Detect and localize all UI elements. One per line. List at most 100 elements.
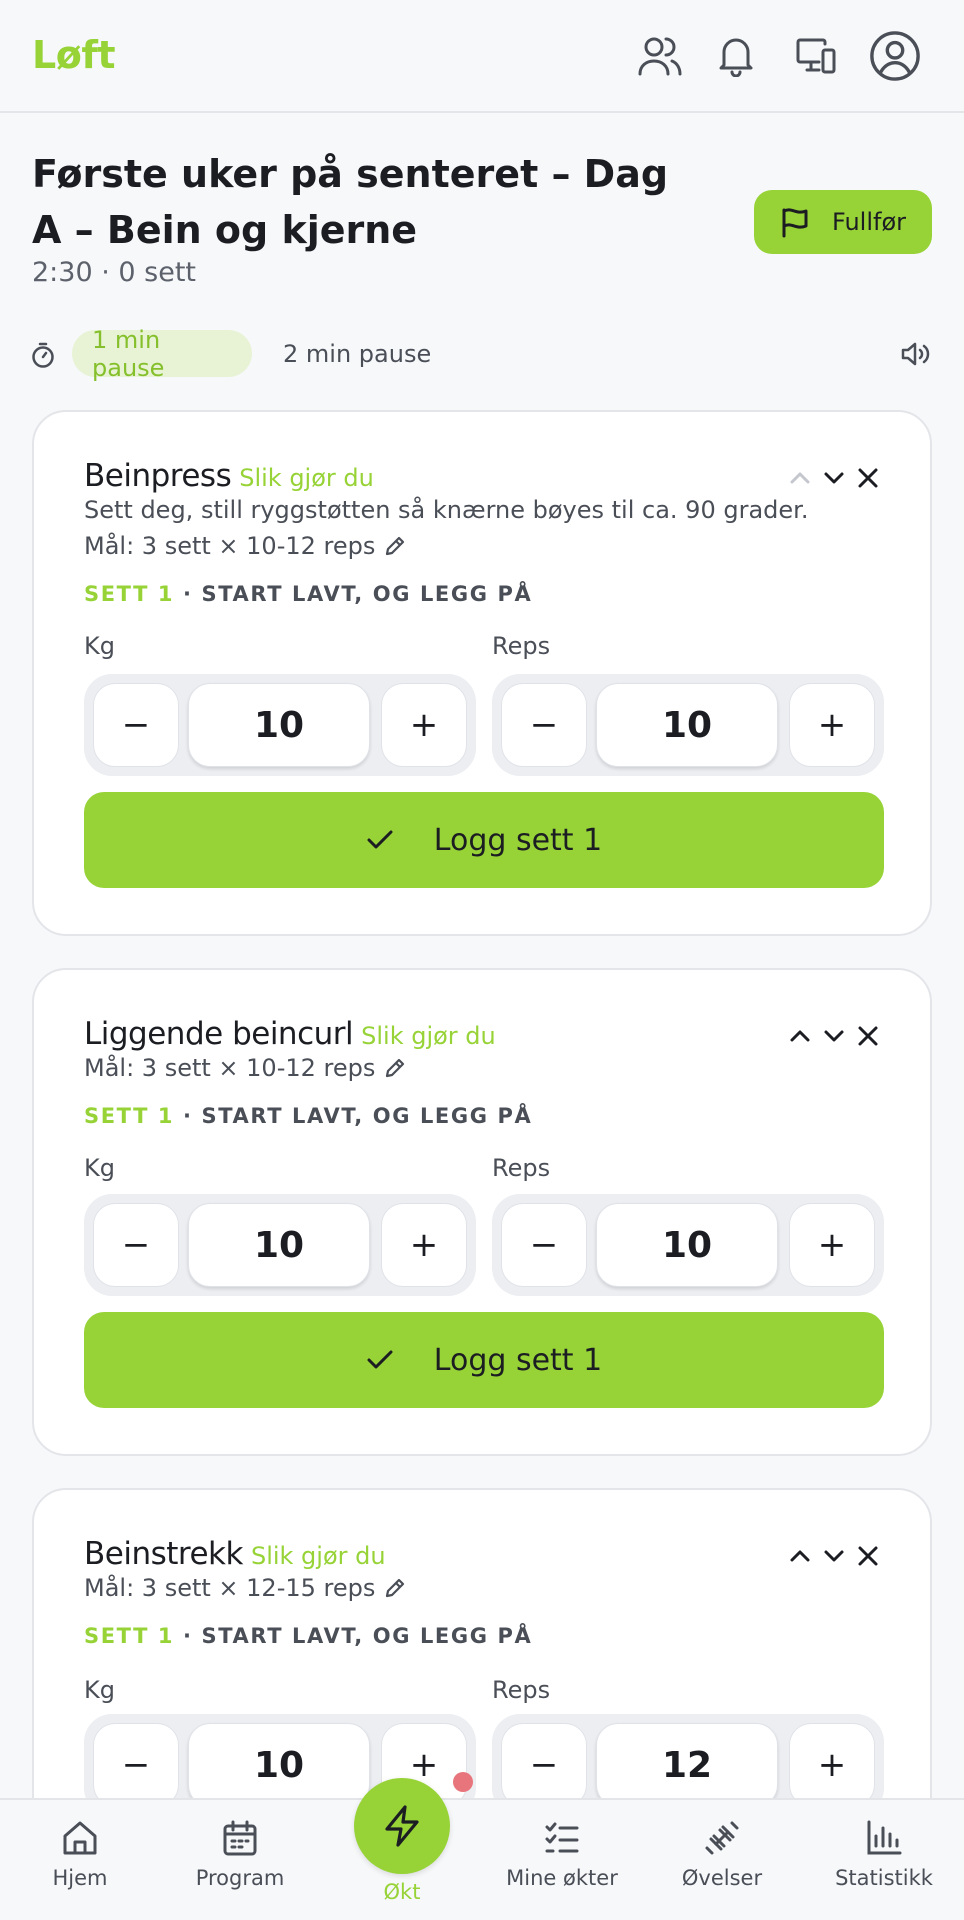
set-number: SETT 1 (84, 1624, 175, 1648)
reps-stepper: − 10 + (492, 674, 884, 776)
move-down-icon[interactable] (822, 1022, 846, 1050)
reps-increment-button[interactable]: + (789, 1203, 875, 1287)
reps-decrement-button[interactable]: − (501, 1203, 587, 1287)
exercise-controls (788, 1542, 880, 1570)
nav-label: Mine økter (506, 1866, 618, 1890)
edit-icon[interactable] (383, 534, 407, 558)
remove-exercise-icon[interactable] (856, 1022, 880, 1050)
nav-item-program[interactable]: Program (160, 1818, 320, 1890)
kg-value[interactable]: 10 (188, 683, 370, 767)
finish-button[interactable]: Fullfør (754, 190, 932, 254)
remove-exercise-icon[interactable] (856, 464, 880, 492)
rest-option-1min[interactable]: 1 min pause (72, 326, 252, 382)
kg-label: Kg (84, 632, 115, 660)
nav-label: Øvelser (681, 1866, 763, 1890)
reps-decrement-button[interactable]: − (501, 1723, 587, 1807)
exercise-header: Beinpress Slik gjør du (84, 458, 374, 494)
set-hint: · START LAVT, OG LEGG PÅ (174, 1624, 533, 1648)
finish-label: Fullfør (831, 208, 907, 236)
exercise-goal: Mål: 3 sett × 12-15 reps (84, 1574, 407, 1602)
howto-link[interactable]: Slik gjør du (239, 464, 374, 492)
top-bar: Løft (0, 0, 964, 113)
notification-dot (453, 1772, 473, 1792)
nav-label-session: Økt (383, 1880, 421, 1904)
exercise-goal: Mål: 3 sett × 10-12 reps (84, 1054, 407, 1082)
reps-increment-button[interactable]: + (789, 1723, 875, 1807)
kg-decrement-button[interactable]: − (93, 683, 179, 767)
reps-value[interactable]: 10 (596, 683, 778, 767)
devices-icon[interactable] (790, 30, 842, 82)
kg-decrement-button[interactable]: − (93, 1203, 179, 1287)
move-up-icon[interactable] (788, 1542, 812, 1570)
session-meta: 2:30 · 0 sett (32, 257, 196, 288)
move-down-icon[interactable] (822, 464, 846, 492)
set-label: SETT 1 · START LAVT, OG LEGG PÅ (84, 1624, 532, 1648)
exercise-name: Beinstrekk (84, 1536, 243, 1572)
nav-label: Statistikk (835, 1866, 933, 1890)
nav-item-statistics[interactable]: Statistikk (804, 1818, 964, 1890)
kg-label: Kg (84, 1154, 115, 1182)
set-hint: · START LAVT, OG LEGG PÅ (174, 582, 533, 606)
nav-item-session[interactable] (354, 1778, 450, 1874)
kg-value[interactable]: 10 (188, 1723, 370, 1807)
check-icon (367, 830, 393, 849)
howto-link[interactable]: Slik gjør du (251, 1542, 386, 1570)
calendar-icon (223, 1820, 257, 1856)
kg-increment-button[interactable]: + (381, 683, 467, 767)
reps-label: Reps (492, 1154, 551, 1182)
reps-stepper: − 10 + (492, 1194, 884, 1296)
bell-icon[interactable] (710, 30, 762, 82)
reps-decrement-button[interactable]: − (501, 683, 587, 767)
exercise-header: Beinstrekk Slik gjør du (84, 1536, 386, 1572)
exercise-goal: Mål: 3 sett × 10-12 reps (84, 532, 407, 560)
set-hint: · START LAVT, OG LEGG PÅ (174, 1104, 533, 1128)
reps-value[interactable]: 10 (596, 1203, 778, 1287)
exercise-name: Liggende beincurl (84, 1016, 354, 1052)
remove-exercise-icon[interactable] (856, 1542, 880, 1570)
app-logo[interactable]: Løft (32, 33, 116, 77)
reps-label: Reps (492, 1676, 551, 1704)
kg-value[interactable]: 10 (188, 1203, 370, 1287)
account-icon[interactable] (869, 30, 921, 82)
howto-link[interactable]: Slik gjør du (361, 1022, 496, 1050)
kg-decrement-button[interactable]: − (93, 1723, 179, 1807)
users-icon[interactable] (634, 30, 686, 82)
exercise-header: Liggende beincurl Slik gjør du (84, 1016, 496, 1052)
edit-icon[interactable] (383, 1576, 407, 1600)
bottom-nav: Hjem Program Mine økter Øvelser Statisti… (0, 1798, 964, 1920)
exercise-name: Beinpress (84, 458, 232, 494)
set-number: SETT 1 (84, 1104, 175, 1128)
flag-icon (782, 208, 808, 238)
log-set-label: Logg sett 1 (433, 822, 603, 858)
dumbbell-icon (705, 1821, 739, 1855)
set-label: SETT 1 · START LAVT, OG LEGG PÅ (84, 582, 532, 606)
speaker-icon[interactable] (900, 340, 932, 372)
reps-label: Reps (492, 632, 551, 660)
reps-increment-button[interactable]: + (789, 683, 875, 767)
kg-stepper: − 10 + (84, 1194, 476, 1296)
exercise-card: Liggende beincurl Slik gjør du Mål: 3 se… (32, 968, 932, 1456)
exercise-card: Beinpress Slik gjør du Sett deg, still r… (32, 410, 932, 936)
bar-chart-icon (867, 1820, 902, 1855)
kg-label: Kg (84, 1676, 115, 1704)
kg-increment-button[interactable]: + (381, 1203, 467, 1287)
goal-text: Mål: 3 sett × 10-12 reps (84, 532, 376, 560)
nav-label: Hjem (52, 1866, 108, 1890)
move-up-icon[interactable] (788, 1022, 812, 1050)
nav-item-my-sessions[interactable]: Mine økter (482, 1818, 642, 1890)
exercise-controls (788, 464, 880, 492)
log-set-button[interactable]: Logg sett 1 (84, 1312, 884, 1408)
nav-item-home[interactable]: Hjem (0, 1818, 160, 1890)
exercise-controls (788, 1022, 880, 1050)
reps-value[interactable]: 12 (596, 1723, 778, 1807)
exercise-description: Sett deg, still ryggstøtten så knærne bø… (84, 496, 809, 524)
move-down-icon[interactable] (822, 1542, 846, 1570)
edit-icon[interactable] (383, 1056, 407, 1080)
page-title: Første uker på senteret – Dag A – Bein o… (32, 152, 669, 252)
checklist-icon (545, 1822, 579, 1853)
timer-icon (31, 341, 55, 373)
goal-text: Mål: 3 sett × 10-12 reps (84, 1054, 376, 1082)
nav-item-exercises[interactable]: Øvelser (642, 1818, 802, 1890)
rest-option-2min[interactable]: 2 min pause (263, 330, 451, 377)
log-set-button[interactable]: Logg sett 1 (84, 792, 884, 888)
